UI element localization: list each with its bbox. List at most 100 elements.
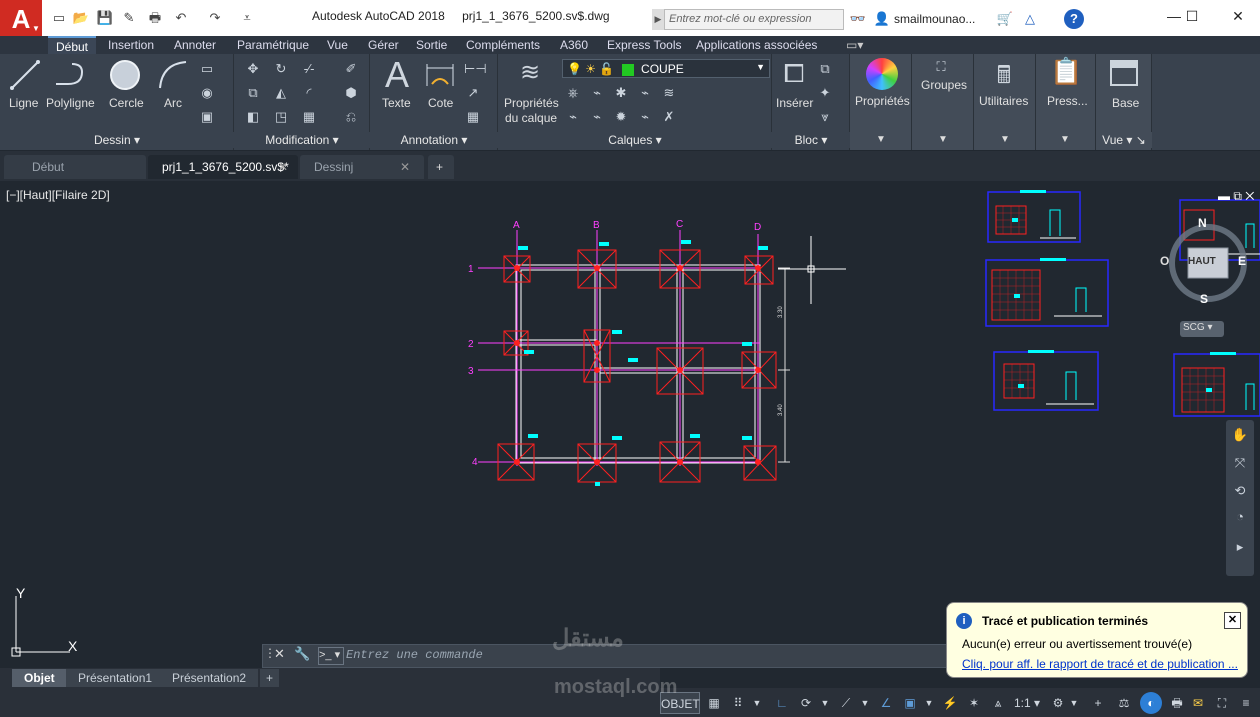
mirror-icon[interactable]: ◭ xyxy=(272,84,290,102)
arc-button[interactable]: Arc xyxy=(164,96,182,110)
hatch-icon[interactable]: ◉ xyxy=(198,84,216,102)
tab-presentation1[interactable]: Présentation1 xyxy=(66,669,165,687)
group-icon[interactable]: ⛶ xyxy=(932,58,950,76)
chevron-down-icon[interactable]: ▼ xyxy=(876,134,886,145)
search-expand-icon[interactable]: ▶ xyxy=(652,9,664,30)
chevron-down-icon[interactable]: ▼ xyxy=(750,692,764,714)
utilitaires-button[interactable]: Utilitaires xyxy=(979,94,1028,108)
tab-insertion[interactable]: Insertion xyxy=(104,36,158,54)
plot-publish-icon[interactable]: 🖶 xyxy=(1166,692,1188,714)
stretch-icon[interactable]: ◧ xyxy=(244,108,262,126)
close-icon[interactable]: ✕ xyxy=(274,646,285,662)
ribbon-options-icon[interactable]: ▭▾ xyxy=(842,36,867,54)
line-icon[interactable] xyxy=(8,58,42,92)
tab-a360[interactable]: A360 xyxy=(556,36,592,54)
rotate-icon[interactable]: ↻ xyxy=(272,60,290,78)
tab-vue[interactable]: Vue xyxy=(323,36,352,54)
tab-complements[interactable]: Compléments xyxy=(462,36,544,54)
gradient-icon[interactable]: ▣ xyxy=(198,108,216,126)
layer-tool-5-icon[interactable]: ≋ xyxy=(660,84,678,102)
scale-icon[interactable]: ◳ xyxy=(272,108,290,126)
tab-debut[interactable]: Début xyxy=(48,36,96,54)
layer-tool-3-icon[interactable]: ✱ xyxy=(612,84,630,102)
cote-button[interactable]: Cote xyxy=(428,96,453,110)
wrench-icon[interactable]: 🔧 xyxy=(294,646,310,662)
close-button[interactable]: ✕ xyxy=(1220,6,1256,26)
new-tab-button[interactable]: + xyxy=(428,155,454,179)
customization-menu-icon[interactable]: ≡ xyxy=(1236,692,1256,714)
polar-icon[interactable]: ⟳ xyxy=(796,692,816,714)
layer-dropdown[interactable]: 💡 ☀ 🔓 COUPE ▼ xyxy=(562,59,770,78)
help-icon[interactable]: ? xyxy=(1064,9,1084,29)
viewcube-north[interactable]: N xyxy=(1198,216,1207,230)
redo-icon[interactable]: ↷ xyxy=(206,9,224,27)
calculator-icon[interactable]: 🖩 xyxy=(990,58,1018,99)
layer-tool-6-icon[interactable]: ⌁ xyxy=(564,108,582,126)
insert-block-icon[interactable]: ⧠ xyxy=(778,58,810,90)
layer-properties-button[interactable]: Propriétés xyxy=(504,96,559,110)
panel-title-vue[interactable]: Vue ▾ ↘ xyxy=(1096,132,1152,148)
annotation-scale-auto-icon[interactable]: ⩓ xyxy=(988,692,1008,714)
cercle-button[interactable]: Cercle xyxy=(109,96,144,110)
layer-tool-8-icon[interactable]: ✹ xyxy=(612,108,630,126)
panel-title-modification[interactable]: Modification ▾ xyxy=(234,132,370,148)
object-snap-tracking-icon[interactable]: ∠ xyxy=(876,692,896,714)
layer-tool-7-icon[interactable]: ⌁ xyxy=(588,108,606,126)
binoculars-icon[interactable]: 👓 xyxy=(848,9,868,29)
search-input[interactable]: Entrez mot-clé ou expression xyxy=(664,9,844,30)
presse-papiers-button[interactable]: Press... xyxy=(1047,94,1088,108)
base-view-icon[interactable] xyxy=(1110,60,1138,86)
new-icon[interactable]: ▭ xyxy=(50,9,68,27)
layer-properties-icon[interactable]: ≋ xyxy=(514,58,546,87)
layer-tool-9-icon[interactable]: ⌁ xyxy=(636,108,654,126)
tab-applications-associees[interactable]: Applications associées xyxy=(692,36,821,54)
dimension-icon[interactable] xyxy=(424,60,456,90)
a360-icon[interactable]: △ xyxy=(1018,9,1042,29)
orbit-icon[interactable]: ⟲ xyxy=(1231,482,1249,500)
workspace-gear-icon[interactable]: ⚙ xyxy=(1048,692,1068,714)
rectangle-icon[interactable]: ▭ xyxy=(198,60,216,78)
leader-icon[interactable]: ↗ xyxy=(464,84,482,102)
user-name[interactable]: smailmounao... xyxy=(894,12,975,26)
snap-icon[interactable]: ⠿ xyxy=(728,692,748,714)
units-icon[interactable]: ⚖ xyxy=(1114,692,1134,714)
plot-notification-icon[interactable]: ✉ xyxy=(1188,692,1208,714)
steering-wheel-icon[interactable]: ◔ xyxy=(1231,508,1249,526)
panel-title-bloc[interactable]: Bloc ▾ xyxy=(772,132,850,148)
move-icon[interactable]: ✥ xyxy=(244,60,262,78)
open-icon[interactable]: 📂 xyxy=(72,9,90,27)
color-wheel-icon[interactable] xyxy=(866,58,898,90)
texte-button[interactable]: Texte xyxy=(382,96,411,110)
command-history-icon[interactable]: >_ ▾ xyxy=(318,647,344,665)
copy-icon[interactable]: ⧉ xyxy=(244,84,262,102)
chevron-down-icon[interactable]: ▼ xyxy=(1000,134,1010,145)
maximize-button[interactable]: ☐ xyxy=(1174,6,1210,26)
text-icon[interactable]: A xyxy=(378,54,416,96)
chevron-down-icon[interactable]: ▼ xyxy=(1068,692,1080,714)
layer-tool-2-icon[interactable]: ⌁ xyxy=(588,84,606,102)
annotation-monitor-icon[interactable]: + xyxy=(1088,692,1108,714)
create-block-icon[interactable]: ⧉ xyxy=(816,60,834,78)
viewport-controls[interactable]: [−][Haut][Filaire 2D] xyxy=(6,188,110,202)
viewcube-south[interactable]: S xyxy=(1200,292,1208,306)
cart-icon[interactable]: 🛒 xyxy=(994,9,1016,29)
viewcube-top-face[interactable]: HAUT xyxy=(1188,256,1216,267)
tab-sortie[interactable]: Sortie xyxy=(412,36,451,54)
doc-tab-drawing[interactable]: prj1_1_3676_5200.sv$* ✕ xyxy=(148,155,298,179)
user-icon[interactable]: 👤 xyxy=(872,9,892,29)
annotation-scale-dropdown[interactable]: 1:1 ▾ xyxy=(1012,692,1042,714)
fillet-icon[interactable]: ◜ xyxy=(300,84,318,102)
viewcube-west[interactable]: O xyxy=(1160,254,1169,268)
close-icon[interactable]: ✕ xyxy=(400,155,410,179)
panel-title-calques[interactable]: Calques ▾ xyxy=(498,132,772,148)
edit-block-icon[interactable]: ✦ xyxy=(816,84,834,102)
linear-dim-icon[interactable]: ⊢⊣ xyxy=(464,60,487,78)
doc-tab-dessin[interactable]: Dessinj ✕ xyxy=(300,155,424,179)
chevron-down-icon[interactable]: ▼ xyxy=(858,692,872,714)
ucs-menu[interactable]: SCG ▾ xyxy=(1180,321,1224,337)
panel-title-annotation[interactable]: Annotation ▾ xyxy=(370,132,498,148)
save-icon[interactable]: 💾 xyxy=(96,9,114,27)
new-layout-button[interactable]: + xyxy=(260,669,280,687)
plot-report-link[interactable]: Cliq. pour aff. le rapport de tracé et d… xyxy=(962,657,1238,671)
explode-icon[interactable]: ⬢ xyxy=(342,84,360,102)
